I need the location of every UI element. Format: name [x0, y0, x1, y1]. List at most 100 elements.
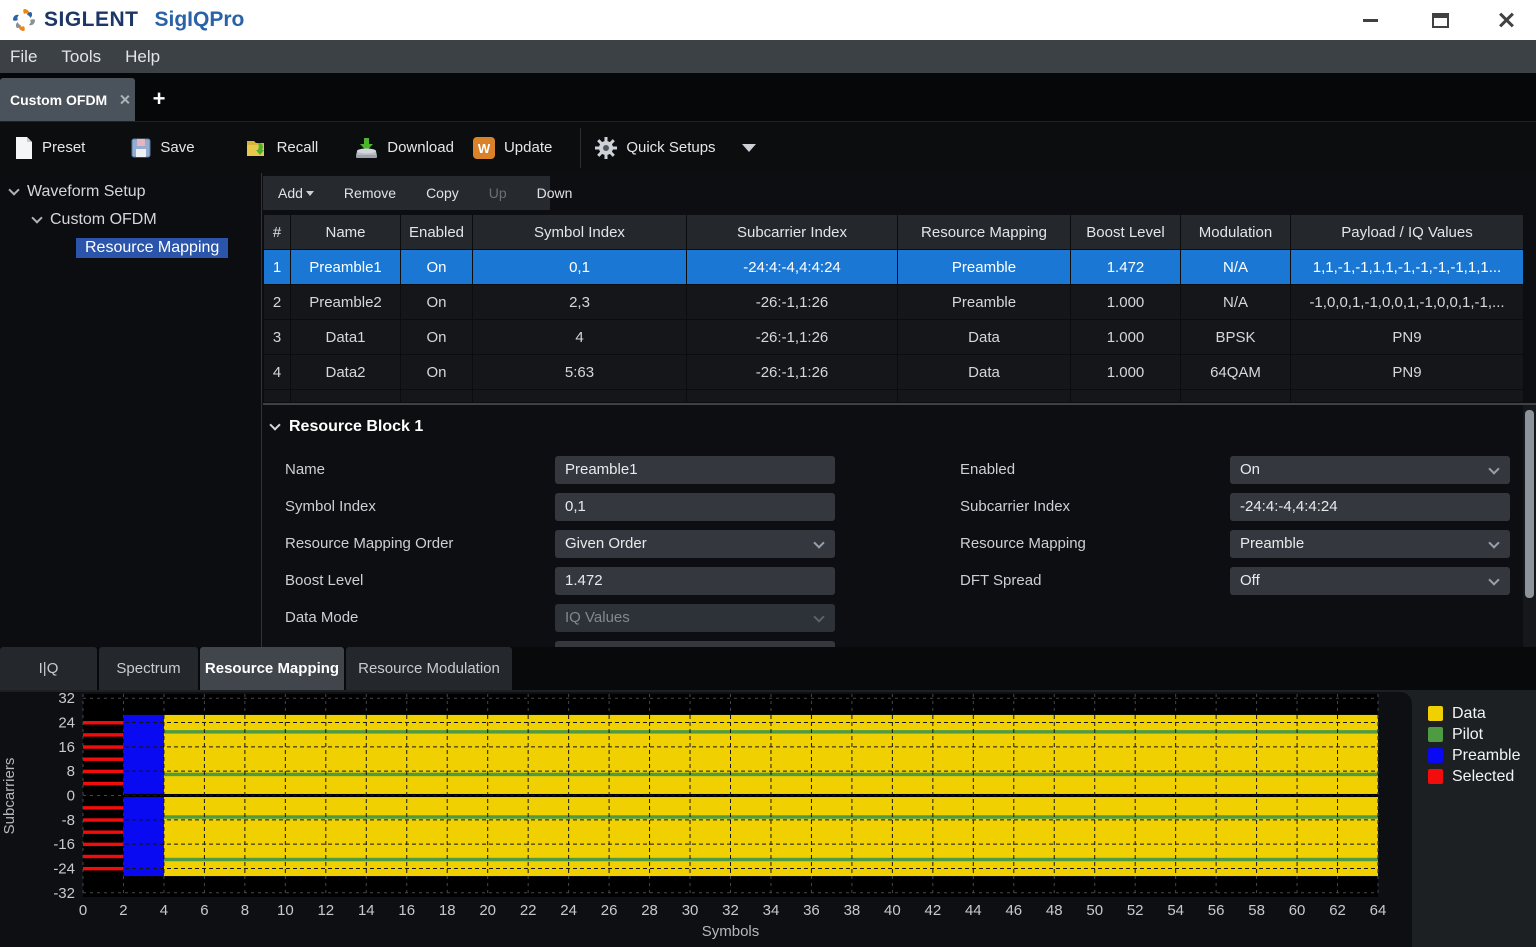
close-button[interactable] — [1482, 0, 1530, 40]
menu-item-file[interactable]: File — [10, 47, 37, 67]
form-row: Symbol Index0,1 — [285, 488, 845, 525]
column-header[interactable]: Name — [291, 215, 401, 250]
field-label: Enabled — [960, 461, 1230, 478]
view-tabbar: I|Q Spectrum Resource Mapping Resource M… — [0, 647, 1536, 690]
field-value: IQ Values — [565, 609, 630, 626]
cell-symbol_index: 0,1 — [473, 250, 687, 285]
main-area: Waveform Setup Custom OFDM Resource Mapp… — [0, 173, 1536, 647]
svg-text:40: 40 — [884, 902, 901, 919]
form-right-column: Enabled On Subcarrier Index-24:4:-4,4:4:24… — [960, 451, 1520, 599]
cell-name: Data1 — [291, 320, 401, 355]
tree-item-resource-mapping[interactable]: Resource Mapping — [0, 235, 261, 260]
tab-resource-mapping[interactable]: Resource Mapping — [200, 647, 344, 690]
cell-resource_mapping: Preamble — [898, 285, 1071, 320]
minimize-button[interactable] — [1346, 0, 1394, 40]
up-button[interactable]: Up — [474, 185, 522, 201]
resource-block-header[interactable]: Resource Block 1 — [263, 405, 1536, 436]
field-label: DFT Spread — [960, 572, 1230, 589]
field-resource-mapping-order-select[interactable]: Given Order — [555, 530, 835, 558]
save-button[interactable]: Save — [130, 137, 194, 159]
minimize-icon — [1363, 19, 1378, 22]
cell-symbol_index: 4 — [473, 320, 687, 355]
update-button[interactable]: W Update — [472, 136, 552, 160]
table-row-data1[interactable]: 3Data1On4-26:-1,1:26Data1.000BPSKPN9 — [263, 320, 1524, 355]
maximize-button[interactable] — [1416, 0, 1464, 40]
tab-spectrum[interactable]: Spectrum — [99, 647, 198, 690]
legend-swatch — [1428, 748, 1443, 763]
table-row-preamble1[interactable]: 1Preamble1On0,1-24:4:-4,4:4:24Preamble1.… — [263, 250, 1524, 285]
tab-resource-modulation[interactable]: Resource Modulation — [346, 647, 512, 690]
form-scrollbar-thumb[interactable] — [1525, 410, 1534, 598]
field-subcarrier-index-input[interactable]: -24:4:-4,4:4:24 — [1230, 493, 1510, 521]
down-button[interactable]: Down — [522, 185, 588, 201]
svg-text:28: 28 — [641, 902, 658, 919]
row-toolbar: Add Remove Copy Up Down — [263, 176, 550, 210]
svg-text:38: 38 — [844, 902, 861, 919]
legend-swatch — [1428, 727, 1443, 742]
resource-block-title: Resource Block 1 — [289, 418, 423, 436]
table-row-data2[interactable]: 4Data2On5:63-26:-1,1:26Data1.00064QAMPN9 — [263, 355, 1524, 390]
new-tab-button[interactable]: + — [146, 83, 172, 115]
tab-iq[interactable]: I|Q — [0, 647, 97, 690]
form-row: Data ModeIQ Values — [285, 599, 845, 636]
remove-button[interactable]: Remove — [329, 185, 411, 201]
toolbar: Preset Save Recall Download W Update Qui… — [0, 121, 1536, 173]
tree-item-waveform-setup[interactable]: Waveform Setup — [0, 179, 261, 204]
tab-close-icon[interactable] — [119, 94, 130, 105]
column-header[interactable]: # — [263, 215, 291, 250]
field-symbol-index-input[interactable]: 0,1 — [555, 493, 835, 521]
add-button[interactable]: Add — [263, 185, 329, 201]
table-row-preamble2[interactable]: 2Preamble2On2,3-26:-1,1:26Preamble1.000N… — [263, 285, 1524, 320]
field-name-input[interactable]: Preamble1 — [555, 456, 835, 484]
cell-payload: PN9 — [1291, 355, 1524, 390]
legend-item-selected: Selected — [1428, 766, 1520, 787]
column-header[interactable]: Symbol Index — [473, 215, 687, 250]
menu-item-tools[interactable]: Tools — [61, 47, 101, 67]
field-resource-mapping-select[interactable]: Preamble — [1230, 530, 1510, 558]
chevron-down-icon — [31, 212, 42, 223]
column-header[interactable]: Resource Mapping — [898, 215, 1071, 250]
field-boost-level-input[interactable]: 1.472 — [555, 567, 835, 595]
preset-button[interactable]: Preset — [13, 136, 85, 160]
cell-subcarrier_index: -26:-1,1:26 — [687, 285, 898, 320]
column-header[interactable]: Payload / IQ Values — [1291, 215, 1524, 250]
recall-button[interactable]: Recall — [245, 137, 319, 159]
svg-text:24: 24 — [58, 715, 75, 732]
svg-text:42: 42 — [925, 902, 942, 919]
menu-item-help[interactable]: Help — [125, 47, 160, 67]
download-button[interactable]: Download — [354, 136, 454, 160]
cell-name: Preamble1 — [291, 250, 401, 285]
field-enabled-select[interactable]: On — [1230, 456, 1510, 484]
svg-text:Symbols: Symbols — [702, 923, 760, 940]
svg-text:32: 32 — [58, 690, 75, 707]
tree-item-custom-ofdm[interactable]: Custom OFDM — [0, 207, 261, 232]
svg-text:Subcarriers: Subcarriers — [1, 758, 18, 835]
field-value: On — [1240, 461, 1260, 478]
download-icon — [354, 136, 379, 160]
app-name: SigIQPro — [155, 8, 245, 32]
cell-num: 2 — [263, 285, 291, 320]
quick-setups-caret-icon[interactable] — [742, 144, 756, 152]
svg-text:2: 2 — [119, 902, 127, 919]
tab-label: Custom OFDM — [10, 92, 107, 108]
cell-modulation: N/A — [1181, 285, 1291, 320]
field-data-mode-select[interactable]: IQ Values — [555, 604, 835, 632]
column-header[interactable]: Subcarrier Index — [687, 215, 898, 250]
chart-legend: DataPilotPreambleSelected — [1428, 703, 1520, 787]
svg-text:36: 36 — [803, 902, 820, 919]
tab-custom-ofdm[interactable]: Custom OFDM — [0, 78, 135, 121]
column-header[interactable]: Boost Level — [1071, 215, 1181, 250]
svg-text:W: W — [478, 141, 491, 156]
column-header[interactable]: Enabled — [401, 215, 473, 250]
quick-setups-button[interactable]: Quick Setups — [594, 136, 715, 160]
cell-num: 1 — [263, 250, 291, 285]
copy-button[interactable]: Copy — [411, 185, 474, 201]
titlebar: SIGLENT SigIQPro — [0, 0, 1536, 40]
cell-payload: 1,1,-1,-1,1,1,-1,-1,-1,-1,1,1... — [1291, 250, 1524, 285]
form-row: DFT SpreadOff — [960, 562, 1520, 599]
cell-symbol_index: 5:63 — [473, 355, 687, 390]
column-header[interactable]: Modulation — [1181, 215, 1291, 250]
field-label: Subcarrier Index — [960, 498, 1230, 515]
field-dft-spread-select[interactable]: Off — [1230, 567, 1510, 595]
content-area: Add Remove Copy Up Down #NameEnabledSymb… — [263, 173, 1536, 647]
